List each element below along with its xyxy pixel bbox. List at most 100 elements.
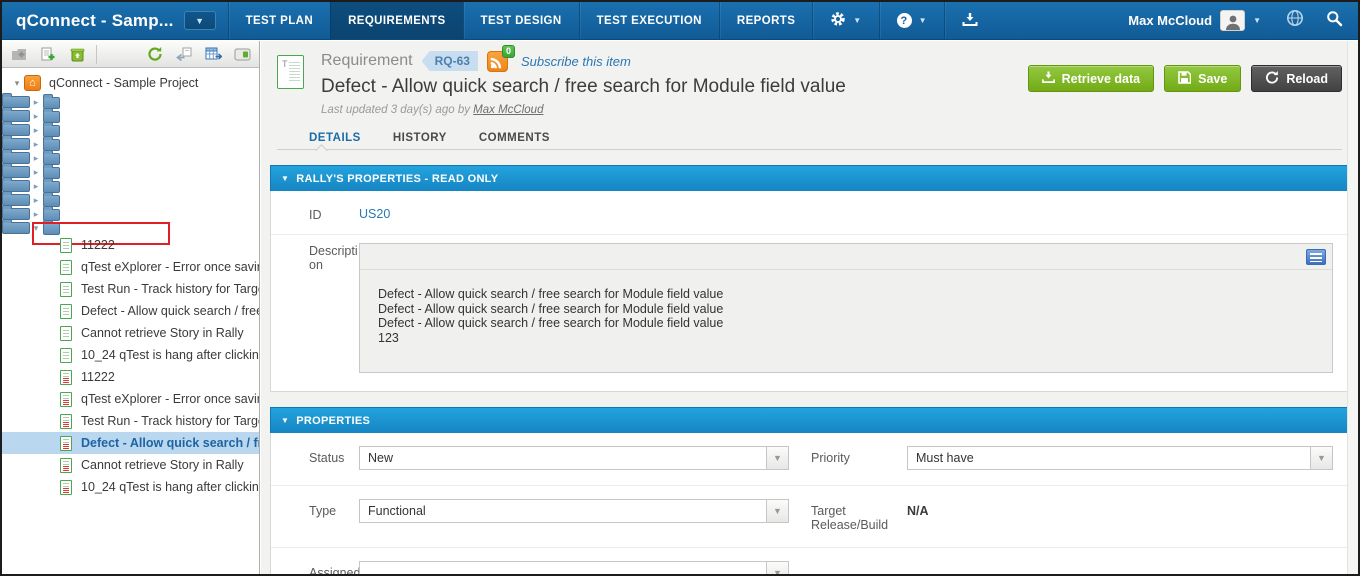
toggle-view-button[interactable] — [230, 44, 254, 65]
nav-requirements[interactable]: REQUIREMENTS — [330, 2, 463, 39]
save-button[interactable]: Save — [1164, 65, 1242, 92]
recycle-bin-button[interactable] — [65, 44, 89, 65]
requirement-doc-flagged-icon — [60, 457, 72, 473]
chevron-down-icon: ▼ — [1310, 447, 1332, 469]
search-icon — [1326, 10, 1343, 32]
app-window: qConnect - Samp... ▼ TEST PLAN REQUIREME… — [0, 0, 1360, 576]
tree-item-10-24-qtest-hang-flagged[interactable]: 10_24 qTest is hang after clicking R — [2, 476, 259, 498]
toolbar-separator — [96, 44, 97, 64]
artifact-type-label: Requirement — [321, 52, 413, 69]
caret-down-icon[interactable]: ▾ — [10, 78, 24, 89]
caret-right-icon[interactable]: ▸ — [29, 181, 43, 192]
chevron-down-icon: ▼ — [766, 447, 788, 469]
collapse-caret-icon[interactable]: ▼ — [281, 416, 289, 425]
tree-item-cannot-retrieve-story[interactable]: Cannot retrieve Story in Rally — [2, 322, 259, 344]
subscribe-link[interactable]: Subscribe this item — [521, 54, 631, 69]
gear-icon — [830, 11, 846, 30]
tree-item-qtest-explorer-error[interactable]: qTest eXplorer - Error once saving — [2, 256, 259, 278]
nav-test-execution[interactable]: TEST EXECUTION — [578, 2, 719, 39]
tree-item-imported-from-rally[interactable]: ▾ Imported from Rally — [2, 219, 170, 245]
requirement-doc-flagged-icon — [60, 391, 72, 407]
tree-item-10-24-qtest-hang[interactable]: 10_24 qTest is hang after clicking R — [2, 344, 259, 366]
type-target-row: Type Functional ▼ Target Release/Build N… — [271, 486, 1349, 548]
type-select[interactable]: Functional ▼ — [359, 499, 789, 523]
priority-select[interactable]: Must have ▼ — [907, 446, 1333, 470]
nav-help-menu[interactable]: ? ▼ — [878, 2, 944, 39]
nav-download[interactable] — [943, 2, 995, 39]
user-menu[interactable]: Max McCloud ▼ — [1114, 2, 1275, 39]
tree-item-11222-flagged[interactable]: 11222 — [2, 366, 259, 388]
tree-item-11222[interactable]: 11222 — [2, 234, 259, 256]
download-icon — [1041, 70, 1055, 87]
requirement-doc-icon — [60, 325, 72, 341]
tab-history[interactable]: HISTORY — [377, 126, 463, 149]
tab-comments[interactable]: COMMENTS — [463, 126, 566, 149]
target-release-label: Target Release/Build — [811, 504, 889, 532]
tree-item-defect-quick-search[interactable]: Defect - Allow quick search / free s — [2, 300, 259, 322]
reload-button[interactable]: Reload — [1251, 65, 1342, 92]
detail-tabs: DETAILS HISTORY COMMENTS — [277, 126, 1342, 157]
add-folder-button[interactable] — [7, 44, 31, 65]
tree-item-cannot-retrieve-story-flagged[interactable]: Cannot retrieve Story in Rally — [2, 454, 259, 476]
description-field-row: Description Defect - Allow quick search … — [271, 235, 1349, 391]
caret-right-icon[interactable]: ▸ — [29, 167, 43, 178]
tree-item-qtest-explorer-error-flagged[interactable]: qTest eXplorer - Error once saving — [2, 388, 259, 410]
status-select[interactable]: New ▼ — [359, 446, 789, 470]
project-dropdown-button[interactable]: ▼ — [183, 11, 216, 30]
collapse-caret-icon[interactable]: ▼ — [281, 174, 289, 183]
rally-properties-panel: ▼ RALLY'S PROPERTIES - READ ONLY ID US20… — [270, 165, 1350, 392]
project-selector[interactable]: qConnect - Samp... ▼ — [2, 2, 228, 39]
status-label: Status — [309, 451, 345, 465]
caret-right-icon[interactable]: ▸ — [29, 153, 43, 164]
caret-right-icon[interactable]: ▸ — [29, 97, 43, 108]
sidebar-toolbar — [2, 41, 259, 68]
nav-right-group: Max McCloud ▼ — [1114, 2, 1358, 39]
import-button[interactable] — [172, 44, 196, 65]
avatar — [1220, 10, 1246, 31]
vertical-scrollbar[interactable] — [1347, 41, 1358, 574]
rich-text-editor-icon[interactable] — [1306, 249, 1326, 265]
description-label: Description — [309, 244, 358, 272]
language-globe-button[interactable] — [1275, 2, 1315, 39]
updated-by-user-link[interactable]: Max McCloud — [473, 104, 543, 116]
requirement-doc-flagged-icon — [60, 435, 72, 451]
caret-right-icon[interactable]: ▸ — [29, 111, 43, 122]
rss-subscribe-icon[interactable]: 0 — [486, 44, 515, 72]
requirement-doc-icon — [60, 281, 72, 297]
caret-down-icon[interactable]: ▾ — [29, 223, 43, 234]
requirements-sidebar: ▾ qConnect - Sample Project ▸Activity St… — [2, 41, 260, 574]
rally-id-link[interactable]: US20 — [359, 207, 1333, 222]
tree-item-test-run-track-history[interactable]: Test Run - Track history for Target — [2, 278, 259, 300]
type-label: Type — [309, 504, 337, 518]
description-toolbar — [360, 244, 1332, 270]
id-label: ID — [309, 208, 322, 222]
assigned-select[interactable]: ▼ — [359, 561, 789, 574]
nav-reports[interactable]: REPORTS — [718, 2, 812, 39]
tree-item-defect-quick-search-selected[interactable]: Defect - Allow quick search / free — [2, 432, 259, 454]
tree-root-project[interactable]: ▾ qConnect - Sample Project — [2, 72, 259, 94]
rss-count-badge: 0 — [501, 44, 515, 58]
nav-settings-menu[interactable]: ▼ — [812, 2, 878, 39]
caret-right-icon[interactable]: ▸ — [29, 209, 43, 220]
chevron-down-icon: ▼ — [195, 15, 205, 26]
assigned-label: Assigned — [309, 566, 361, 574]
download-icon — [962, 12, 978, 30]
properties-body: Status New ▼ Priority Must have ▼ Type F… — [270, 433, 1350, 574]
retrieve-data-button[interactable]: Retrieve data — [1027, 65, 1155, 92]
last-updated-text: Last updated 3 day(s) ago by Max McCloud — [321, 104, 544, 116]
caret-right-icon[interactable]: ▸ — [29, 125, 43, 136]
export-table-button[interactable] — [201, 44, 225, 65]
nav-test-design[interactable]: TEST DESIGN — [462, 2, 579, 39]
search-button[interactable] — [1315, 2, 1358, 39]
rally-properties-body: ID US20 Description Defect - Allow quick… — [270, 191, 1350, 392]
rally-properties-header[interactable]: ▼ RALLY'S PROPERTIES - READ ONLY — [270, 165, 1350, 191]
caret-right-icon[interactable]: ▸ — [29, 195, 43, 206]
properties-header[interactable]: ▼ PROPERTIES — [270, 407, 1350, 433]
caret-right-icon[interactable]: ▸ — [29, 139, 43, 150]
refresh-button[interactable] — [143, 44, 167, 65]
description-readonly-box: Defect - Allow quick search / free searc… — [359, 243, 1333, 373]
add-requirement-button[interactable] — [36, 44, 60, 65]
tree-item-test-run-track-history-flagged[interactable]: Test Run - Track history for Target — [2, 410, 259, 432]
nav-test-plan[interactable]: TEST PLAN — [227, 2, 331, 39]
tab-details[interactable]: DETAILS — [293, 126, 377, 149]
